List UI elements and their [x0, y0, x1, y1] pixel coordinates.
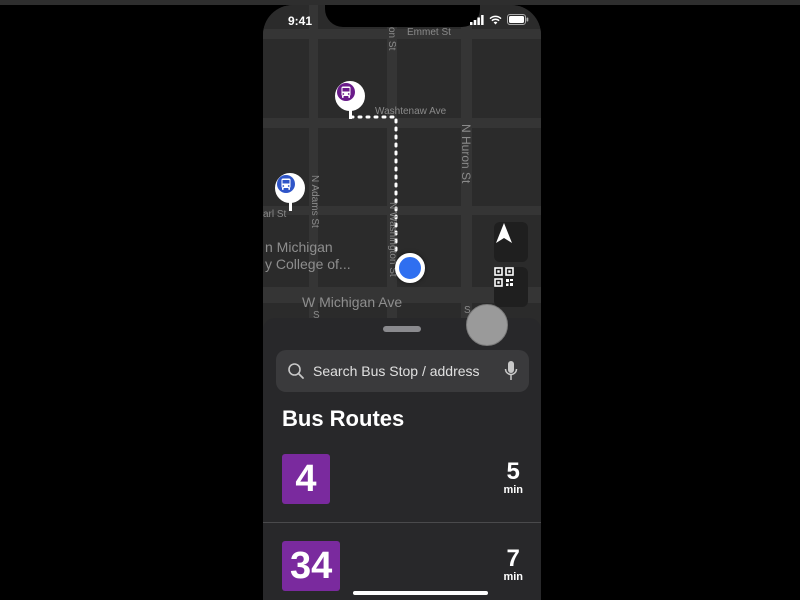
- recenter-button[interactable]: [494, 222, 528, 262]
- phone-frame: 9:41 Emmet St on St Washtenaw Ave N Huro…: [263, 5, 541, 600]
- status-icons: [470, 14, 529, 25]
- eta-unit: min: [503, 484, 523, 496]
- poi-label-line2: y College of...: [265, 256, 351, 272]
- section-title: Bus Routes: [282, 406, 405, 431]
- notch: [325, 5, 480, 27]
- street-label-emmet: Emmet St: [407, 27, 451, 38]
- street-label-w-michigan: W Michigan Ave: [302, 294, 403, 310]
- eta-minutes: 7: [506, 545, 520, 572]
- microphone-icon[interactable]: [504, 360, 518, 382]
- street-label-ashley: on St: [386, 27, 397, 51]
- route-eta: 7 min: [503, 545, 523, 584]
- bus-icon: [277, 175, 295, 193]
- bottom-sheet: Bus Routes 4 5 min 34 7 min: [263, 318, 541, 600]
- street-label-washtenaw: Washtenaw Ave: [375, 106, 447, 117]
- status-time: 9:41: [288, 14, 313, 28]
- search-icon: [288, 363, 304, 379]
- floating-touch-button[interactable]: [466, 304, 508, 346]
- sheet-drag-handle[interactable]: [383, 326, 421, 332]
- search-bar[interactable]: [276, 350, 529, 392]
- poi-label-line1: n Michigan: [265, 239, 333, 255]
- route-divider: [263, 522, 541, 523]
- route-badge: 4: [282, 454, 330, 504]
- signal-icon: [470, 14, 484, 25]
- street-label-n-adams: N Adams St: [309, 175, 320, 228]
- home-indicator: [353, 591, 488, 595]
- map-view[interactable]: Emmet St on St Washtenaw Ave N Huron St …: [263, 5, 541, 335]
- route-eta: 5 min: [503, 458, 523, 497]
- location-arrow-icon: [496, 223, 512, 243]
- eta-unit: min: [503, 571, 523, 583]
- bus-stop-pin-blue[interactable]: [275, 173, 305, 211]
- route-badge: 34: [282, 541, 341, 591]
- user-location-dot: [395, 253, 425, 283]
- battery-icon: [507, 14, 529, 25]
- qr-code-icon: [494, 267, 514, 287]
- street-label-earl: arl St: [263, 209, 287, 220]
- eta-minutes: 5: [506, 458, 520, 485]
- wifi-icon: [489, 15, 502, 24]
- qr-scan-button[interactable]: [494, 267, 528, 307]
- search-input[interactable]: [311, 362, 495, 380]
- bus-icon: [337, 83, 355, 101]
- street-label-n-huron: N Huron St: [459, 124, 473, 184]
- bus-stop-pin-purple[interactable]: [335, 81, 365, 119]
- route-row[interactable]: 4 5 min: [263, 454, 541, 524]
